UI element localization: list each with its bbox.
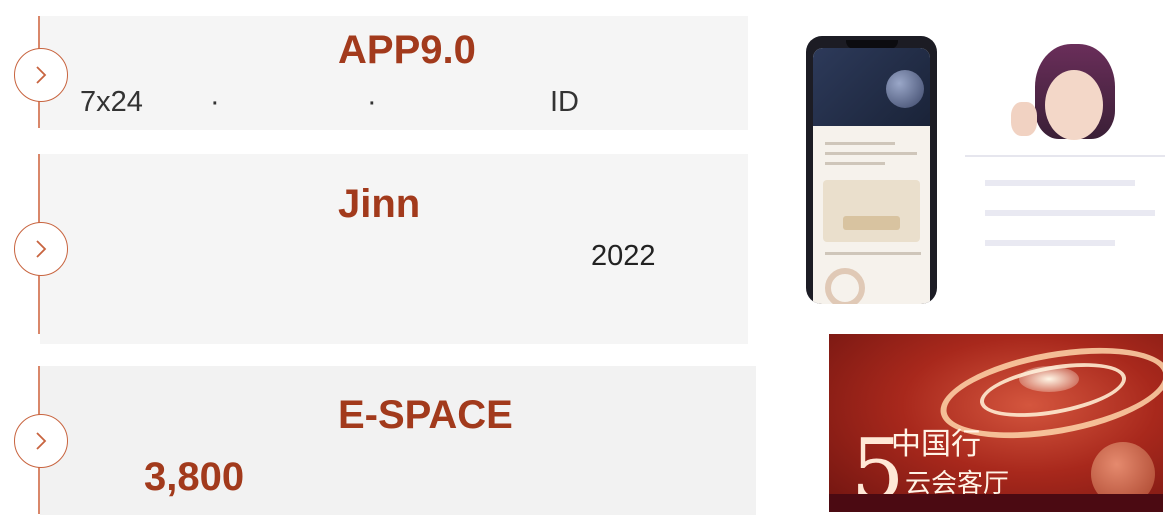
avatar-stripe bbox=[985, 210, 1155, 216]
phone-text-line bbox=[825, 152, 917, 155]
phone-screen bbox=[813, 48, 930, 304]
avatar-hand bbox=[1011, 102, 1037, 136]
panel-figure-3800: 3,800 bbox=[144, 455, 245, 499]
expand-button-app[interactable] bbox=[14, 48, 68, 102]
chevron-right-icon bbox=[36, 432, 47, 450]
phone-text-line bbox=[825, 252, 921, 255]
phone-button bbox=[843, 216, 900, 230]
expand-button-espace[interactable] bbox=[14, 414, 68, 468]
avatar-stripe bbox=[985, 180, 1135, 186]
panel-title-jinn: Jinn bbox=[338, 182, 421, 226]
avatar-shirt bbox=[965, 155, 1165, 297]
event-title-cn: 中国行 bbox=[891, 428, 981, 461]
phone-text-line bbox=[825, 142, 895, 145]
chevron-right-icon bbox=[36, 66, 47, 84]
phone-progress-ring bbox=[825, 268, 865, 304]
chevron-right-icon bbox=[36, 240, 47, 258]
panel-title-espace: E-SPACE bbox=[338, 393, 513, 437]
panel-text-id: ID bbox=[550, 86, 579, 118]
avatar-stripe bbox=[985, 240, 1115, 246]
panel-text-7x24: 7x24 bbox=[80, 86, 143, 118]
panel-text-dot-1: · bbox=[210, 86, 220, 118]
jinn-avatar-image bbox=[945, 40, 1170, 300]
expand-button-jinn[interactable] bbox=[14, 222, 68, 276]
panel-text-year: 2022 bbox=[591, 240, 656, 272]
event-bottom-bar bbox=[829, 494, 1163, 512]
espace-event-image: 5 中国行 云会客厅 bbox=[829, 334, 1163, 512]
orbit-glow bbox=[1019, 366, 1079, 392]
event-subtitle-cn: 云会客厅 bbox=[905, 468, 1010, 498]
app-phone-image bbox=[806, 36, 937, 304]
phone-text-line bbox=[825, 162, 885, 165]
phone-card bbox=[823, 180, 920, 242]
panel-title-app: APP9.0 bbox=[338, 28, 476, 72]
panel-text-dot-2: · bbox=[367, 86, 377, 118]
phone-planet bbox=[886, 70, 924, 108]
avatar-face bbox=[1045, 70, 1103, 140]
